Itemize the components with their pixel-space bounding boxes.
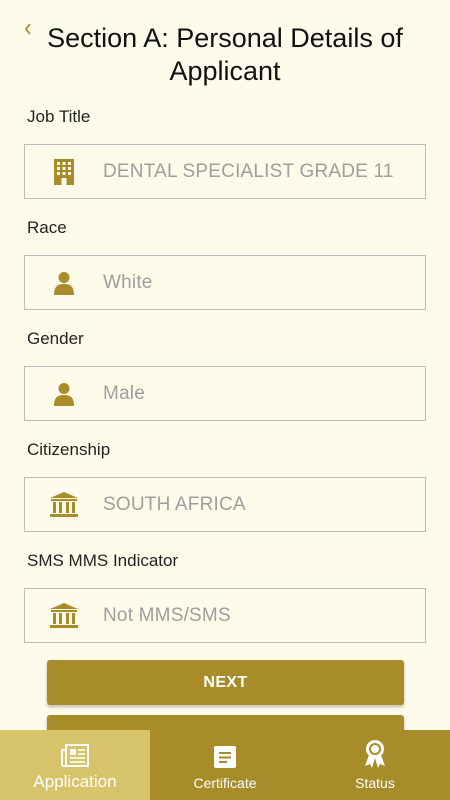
citizenship-label: Citizenship: [27, 440, 111, 459]
sms-mms-indicator-label: SMS MMS Indicator: [27, 551, 179, 570]
nav-label-application: Application: [33, 772, 117, 791]
bottom-navigation: Application Certificate Status: [0, 730, 450, 800]
page-title: Section A: Personal Details of Applicant: [47, 23, 403, 86]
nav-label-certificate: Certificate: [193, 775, 257, 791]
person-icon: [25, 367, 103, 420]
nav-label-status: Status: [355, 775, 395, 791]
next-button[interactable]: NEXT: [47, 660, 404, 705]
gender-label: Gender: [27, 329, 84, 348]
newspaper-icon: [61, 738, 89, 768]
gender-field[interactable]: Male: [24, 366, 426, 421]
document-icon: [213, 739, 237, 769]
race-field[interactable]: White: [24, 255, 426, 310]
nav-item-certificate[interactable]: Certificate: [150, 730, 300, 800]
citizenship-value: SOUTH AFRICA: [103, 493, 246, 515]
job-title-field[interactable]: DENTAL SPECIALIST GRADE 11: [24, 144, 426, 199]
job-title-label: Job Title: [27, 107, 91, 126]
gender-value: Male: [103, 382, 145, 404]
person-icon: [25, 256, 103, 309]
sms-mms-indicator-field[interactable]: Not MMS/SMS: [24, 588, 426, 643]
race-label: Race: [27, 218, 67, 237]
citizenship-field[interactable]: SOUTH AFRICA: [24, 477, 426, 532]
sms-mms-indicator-value: Not MMS/SMS: [103, 604, 231, 626]
bank-icon: [25, 589, 103, 642]
race-value: White: [103, 271, 153, 293]
award-icon: [363, 739, 387, 769]
nav-item-application[interactable]: Application: [0, 730, 150, 800]
job-title-value: DENTAL SPECIALIST GRADE 11: [103, 160, 394, 182]
bank-icon: [25, 478, 103, 531]
nav-item-status[interactable]: Status: [300, 730, 450, 800]
building-icon: [25, 145, 103, 198]
